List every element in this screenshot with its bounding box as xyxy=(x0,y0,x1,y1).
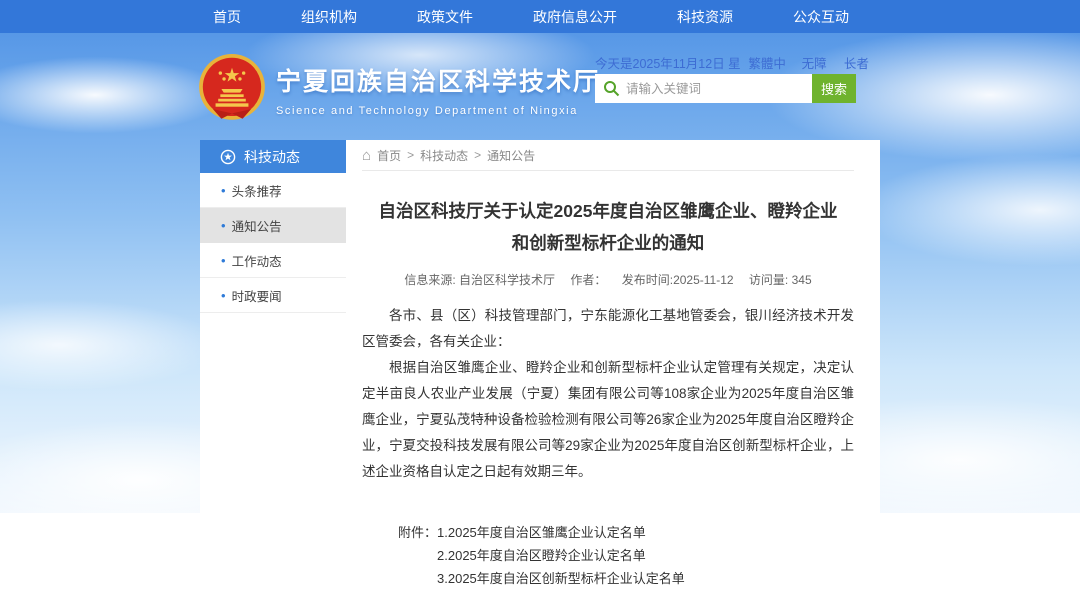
breadcrumb-separator: > xyxy=(474,148,481,162)
sidebar-item-1[interactable]: • 头条推荐 xyxy=(200,173,346,208)
sidebar-menu: • 头条推荐 • 通知公告 • 工作动态 • 时政要闻 xyxy=(200,173,346,313)
content-container: 科技动态 • 头条推荐 • 通知公告 • 工作动态 • 时政要闻 ⌂ 首页 > 科技动态 > 通知公告… xyxy=(200,140,880,513)
sidebar-title: 科技动态 xyxy=(244,147,300,167)
attachments-label: 附件： xyxy=(398,521,437,590)
sidebar-item-label: 头条推荐 xyxy=(232,181,282,200)
site-title: 宁夏回族自治区科学技术厅 xyxy=(276,62,600,98)
article-title-line2: 和创新型标杆企业的通知 xyxy=(512,233,705,253)
nav-item-1[interactable]: 首页 xyxy=(213,7,241,27)
attachment-link-1[interactable]: 1.2025年度自治区雏鹰企业认定名单 xyxy=(437,521,685,544)
breadcrumb-item-3[interactable]: 通知公告 xyxy=(487,147,535,164)
attachment-link-2[interactable]: 2.2025年度自治区瞪羚企业认定名单 xyxy=(437,544,685,567)
search-input[interactable] xyxy=(595,74,812,103)
breadcrumb: ⌂ 首页 > 科技动态 > 通知公告 xyxy=(362,140,854,171)
search-box: 搜索 xyxy=(595,74,856,103)
breadcrumb-separator: > xyxy=(407,148,414,162)
meta-source: 信息来源: 自治区科学技术厅 xyxy=(404,273,555,287)
attachment-link-3[interactable]: 3.2025年度自治区创新型标杆企业认定名单 xyxy=(437,567,685,590)
breadcrumb-item-2[interactable]: 科技动态 xyxy=(420,147,468,164)
search-input-wrap xyxy=(595,74,812,103)
nav-item-4[interactable]: 政府信息公开 xyxy=(533,7,617,27)
attachments-block: 附件： 1.2025年度自治区雏鹰企业认定名单2.2025年度自治区瞪羚企业认定… xyxy=(398,521,854,590)
nav-item-5[interactable]: 科技资源 xyxy=(677,7,733,27)
site-subtitle: Science and Technology Department of Nin… xyxy=(276,105,600,117)
meta-author: 作者： xyxy=(570,273,606,287)
page-background: 首页 组织机构 政策文件 政府信息公开 科技资源 公众互动 宁夏回族自治区科学技术厅 Sc… xyxy=(0,0,1080,513)
article-title-line1: 自治区科技厅关于认定2025年度自治区雏鹰企业、瞪羚企业 xyxy=(379,201,838,221)
article-paragraph-2: 根据自治区雏鹰企业、瞪羚企业和创新型标杆企业认定管理有关规定，决定认定半亩良人农… xyxy=(362,355,854,485)
nav-item-2[interactable]: 组织机构 xyxy=(301,7,357,27)
site-brand: 宁夏回族自治区科学技术厅 Science and Technology Depa… xyxy=(198,54,600,124)
sidebar-item-label: 通知公告 xyxy=(232,216,282,235)
nav-item-6[interactable]: 公众互动 xyxy=(793,7,849,27)
attachments-list: 1.2025年度自治区雏鹰企业认定名单2.2025年度自治区瞪羚企业认定名单3.… xyxy=(437,521,685,590)
bullet-dot-icon: • xyxy=(221,289,226,302)
bullet-dot-icon: • xyxy=(221,254,226,267)
search-button[interactable]: 搜索 xyxy=(812,74,856,103)
bullet-dot-icon: • xyxy=(221,219,226,232)
tech-news-icon xyxy=(220,149,236,165)
search-icon xyxy=(603,80,620,97)
main-content: ⌂ 首页 > 科技动态 > 通知公告 自治区科技厅关于认定2025年度自治区雏鹰企业、瞪… xyxy=(346,140,880,513)
sidebar-item-4[interactable]: • 时政要闻 xyxy=(200,278,346,313)
sidebar-header: 科技动态 xyxy=(200,140,346,173)
home-icon: ⌂ xyxy=(362,148,371,163)
meta-visits: 访问量: 345 xyxy=(749,273,812,287)
meta-publish-time: 发布时间:2025-11-12 xyxy=(622,273,734,287)
sidebar-item-label: 时政要闻 xyxy=(232,286,282,305)
national-emblem-logo xyxy=(198,54,266,124)
sidebar-item-2[interactable]: • 通知公告 xyxy=(200,208,346,243)
sidebar-item-label: 工作动态 xyxy=(232,251,282,270)
nav-item-3[interactable]: 政策文件 xyxy=(417,7,473,27)
sidebar: 科技动态 • 头条推荐 • 通知公告 • 工作动态 • 时政要闻 xyxy=(200,140,346,513)
article-paragraph-1: 各市、县（区）科技管理部门，宁东能源化工基地管委会，银川经济技术开发区管委会，各… xyxy=(362,303,854,355)
top-navigation: 首页 组织机构 政策文件 政府信息公开 科技资源 公众互动 xyxy=(0,0,1080,33)
article-body: 各市、县（区）科技管理部门，宁东能源化工基地管委会，银川经济技术开发区管委会，各… xyxy=(362,303,854,485)
site-title-block: 宁夏回族自治区科学技术厅 Science and Technology Depa… xyxy=(276,62,600,117)
bullet-dot-icon: • xyxy=(221,184,226,197)
breadcrumb-item-1[interactable]: 首页 xyxy=(377,147,401,164)
article-meta: 信息来源: 自治区科学技术厅 作者： 发布时间:2025-11-12 访问量: … xyxy=(362,271,854,288)
sidebar-item-3[interactable]: • 工作动态 xyxy=(200,243,346,278)
article-title: 自治区科技厅关于认定2025年度自治区雏鹰企业、瞪羚企业 和创新型标杆企业的通知 xyxy=(362,196,854,259)
